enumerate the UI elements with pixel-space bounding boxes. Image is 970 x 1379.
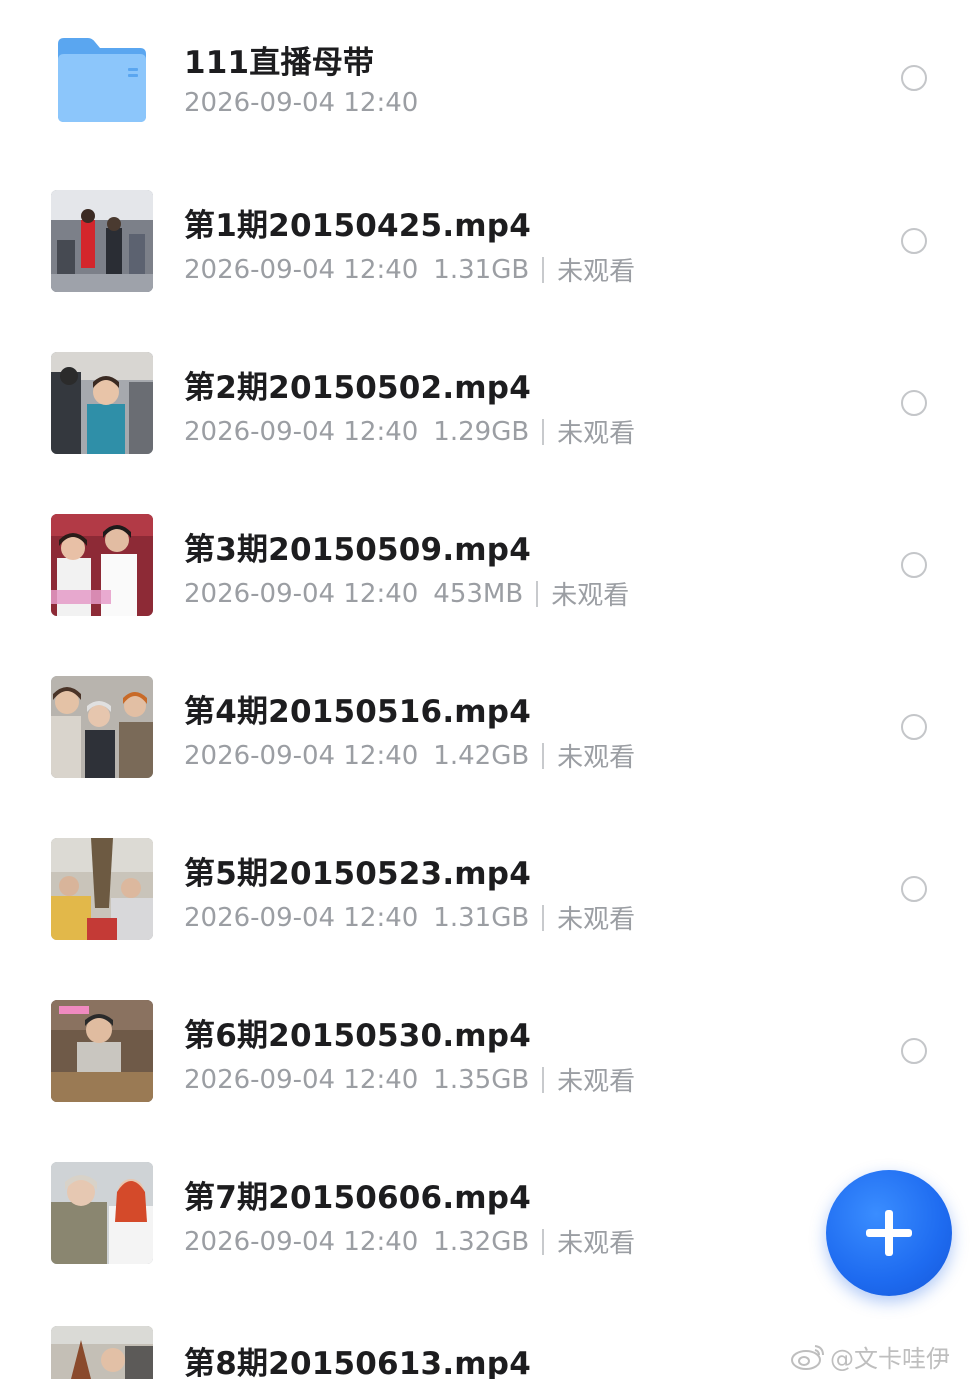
select-radio[interactable] xyxy=(901,876,927,902)
add-button[interactable] xyxy=(826,1170,952,1296)
plus-icon xyxy=(866,1210,912,1256)
select-radio[interactable] xyxy=(901,228,927,254)
file-date: 2026-09-04 12:40 xyxy=(184,1064,419,1095)
file-name: 第3期20150509.mp4 xyxy=(184,532,531,568)
video-thumbnail xyxy=(51,1000,153,1102)
file-name: 第4期20150516.mp4 xyxy=(184,694,531,730)
select-radio[interactable] xyxy=(901,390,927,416)
file-row[interactable]: 第1期20150425.mp4 2026-09-04 12:40 1.31GB … xyxy=(0,162,970,324)
meta-separator xyxy=(542,256,545,283)
video-thumbnail xyxy=(51,190,153,292)
file-meta: 2026-09-04 12:40 453MB 未观看 xyxy=(184,575,629,612)
file-date: 2026-09-04 12:40 xyxy=(184,1226,419,1257)
file-row[interactable]: 第2期20150502.mp4 2026-09-04 12:40 1.29GB … xyxy=(0,324,970,486)
watch-status: 未观看 xyxy=(551,581,630,611)
file-meta: 2026-09-04 12:40 1.31GB 未观看 xyxy=(184,899,635,936)
file-name: 第5期20150523.mp4 xyxy=(184,856,531,892)
watch-status: 未观看 xyxy=(557,419,636,449)
folder-meta: 2026-09-04 12:40 xyxy=(184,88,418,118)
file-list-screen: 111直播母带 2026-09-04 12:40 第1期20150425.mp4 xyxy=(0,0,970,1379)
meta-separator xyxy=(542,904,545,931)
file-meta: 2026-09-04 12:40 1.29GB 未观看 xyxy=(184,413,635,450)
meta-separator xyxy=(542,418,545,445)
file-date: 2026-09-04 12:40 xyxy=(184,578,419,609)
folder-row[interactable]: 111直播母带 2026-09-04 12:40 xyxy=(0,0,970,162)
select-radio[interactable] xyxy=(901,714,927,740)
select-radio[interactable] xyxy=(901,552,927,578)
file-meta: 2026-09-04 12:40 1.35GB 未观看 xyxy=(184,1061,635,1098)
file-name: 第2期20150502.mp4 xyxy=(184,370,531,406)
folder-name: 111直播母带 xyxy=(184,45,375,81)
file-date: 2026-09-04 12:40 xyxy=(184,416,419,447)
file-date: 2026-09-04 12:40 xyxy=(184,254,419,285)
file-size: 1.42GB xyxy=(433,740,530,771)
meta-separator xyxy=(542,1066,545,1093)
weibo-icon xyxy=(791,1345,824,1370)
file-date: 2026-09-04 12:40 xyxy=(184,740,419,771)
file-meta: 2026-09-04 12:40 1.31GB 未观看 xyxy=(184,251,635,288)
file-row[interactable]: 第5期20150523.mp4 2026-09-04 12:40 1.31GB … xyxy=(0,810,970,972)
file-row[interactable]: 第6期20150530.mp4 2026-09-04 12:40 1.35GB … xyxy=(0,972,970,1134)
meta-separator xyxy=(542,1228,545,1255)
video-thumbnail xyxy=(51,1326,153,1379)
video-thumbnail xyxy=(51,838,153,940)
file-size: 1.29GB xyxy=(433,416,530,447)
file-name: 第6期20150530.mp4 xyxy=(184,1018,531,1054)
watch-status: 未观看 xyxy=(557,905,636,935)
video-thumbnail xyxy=(51,514,153,616)
watch-status: 未观看 xyxy=(557,1067,636,1097)
file-row[interactable]: 第7期20150606.mp4 2026-09-04 12:40 1.32GB … xyxy=(0,1134,970,1296)
file-date: 2026-09-04 12:40 xyxy=(184,902,419,933)
watch-status: 未观看 xyxy=(557,257,636,287)
video-thumbnail xyxy=(51,676,153,778)
video-thumbnail xyxy=(51,1162,153,1264)
file-meta: 2026-09-04 12:40 1.42GB 未观看 xyxy=(184,737,635,774)
file-size: 1.32GB xyxy=(433,1226,530,1257)
watermark-text: @文卡哇伊 xyxy=(830,1344,950,1373)
meta-separator xyxy=(542,742,545,769)
video-thumbnail xyxy=(51,352,153,454)
file-size: 453MB xyxy=(433,578,524,609)
watch-status: 未观看 xyxy=(557,1229,636,1259)
file-row[interactable]: 第4期20150516.mp4 2026-09-04 12:40 1.42GB … xyxy=(0,648,970,810)
folder-icon xyxy=(58,38,146,122)
watermark: @文卡哇伊 xyxy=(790,1338,950,1374)
file-meta: 2026-09-04 12:40 1.32GB 未观看 xyxy=(184,1223,635,1260)
file-name: 第8期20150613.mp4 xyxy=(184,1346,531,1379)
folder-date: 2026-09-04 12:40 xyxy=(184,88,419,118)
select-radio[interactable] xyxy=(901,65,927,91)
file-size: 1.35GB xyxy=(433,1064,530,1095)
file-size: 1.31GB xyxy=(433,254,530,285)
meta-separator xyxy=(536,580,539,607)
file-row[interactable]: 第3期20150509.mp4 2026-09-04 12:40 453MB 未… xyxy=(0,486,970,648)
file-name: 第7期20150606.mp4 xyxy=(184,1180,531,1216)
watch-status: 未观看 xyxy=(557,743,636,773)
select-radio[interactable] xyxy=(901,1038,927,1064)
file-size: 1.31GB xyxy=(433,902,530,933)
file-name: 第1期20150425.mp4 xyxy=(184,208,531,244)
